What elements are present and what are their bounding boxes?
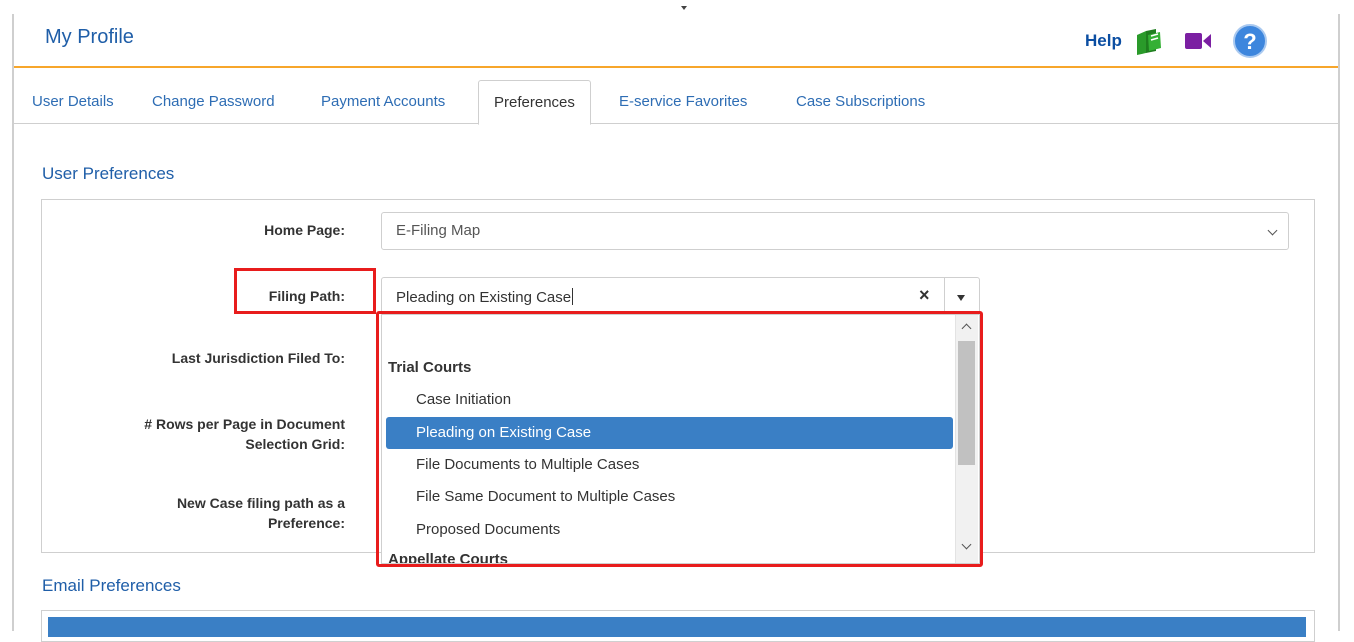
email-preferences-title: Email Preferences bbox=[42, 576, 181, 595]
new-case-label-line1: New Case filing path as a bbox=[176, 495, 345, 511]
help-area: Help ? bbox=[1085, 24, 1268, 58]
dropdown-arrow-icon[interactable] bbox=[957, 295, 965, 301]
last-jurisdiction-label: Last Jurisdiction Filed To: bbox=[171, 350, 345, 366]
home-page-select[interactable]: E-Filing Map bbox=[381, 212, 1289, 250]
chevron-down-icon bbox=[1267, 225, 1278, 236]
home-page-value: E-Filing Map bbox=[396, 222, 481, 239]
home-page-label: Home Page: bbox=[264, 222, 345, 238]
clear-icon[interactable]: × bbox=[919, 285, 930, 306]
question-icon[interactable]: ? bbox=[1232, 23, 1268, 59]
rows-per-page-label-line1: # Rows per Page in Document bbox=[144, 416, 345, 432]
help-book-icon[interactable] bbox=[1134, 26, 1164, 56]
video-icon[interactable] bbox=[1184, 30, 1212, 52]
svg-text:?: ? bbox=[1243, 29, 1256, 54]
new-case-label-line2: Preference: bbox=[267, 515, 345, 531]
dropdown-highlight bbox=[376, 311, 983, 567]
rows-per-page-label-line2: Selection Grid: bbox=[245, 436, 345, 452]
tab-preferences[interactable]: Preferences bbox=[478, 80, 591, 125]
help-link[interactable]: Help bbox=[1085, 31, 1122, 51]
top-caret-icon bbox=[681, 6, 687, 10]
text-cursor bbox=[572, 288, 574, 305]
tab-case-subscriptions[interactable]: Case Subscriptions bbox=[796, 80, 925, 123]
window-border-right bbox=[1338, 14, 1340, 631]
tab-e-service-favorites[interactable]: E-service Favorites bbox=[619, 80, 747, 123]
filing-path-input[interactable]: Pleading on Existing Case bbox=[396, 288, 574, 306]
filing-path-highlight bbox=[234, 268, 376, 314]
email-preferences-header-bar bbox=[48, 617, 1306, 637]
preference-labels: Home Page: Filing Path: Last Jurisdictio… bbox=[42, 0, 345, 631]
filing-path-value: Pleading on Existing Case bbox=[396, 289, 572, 306]
